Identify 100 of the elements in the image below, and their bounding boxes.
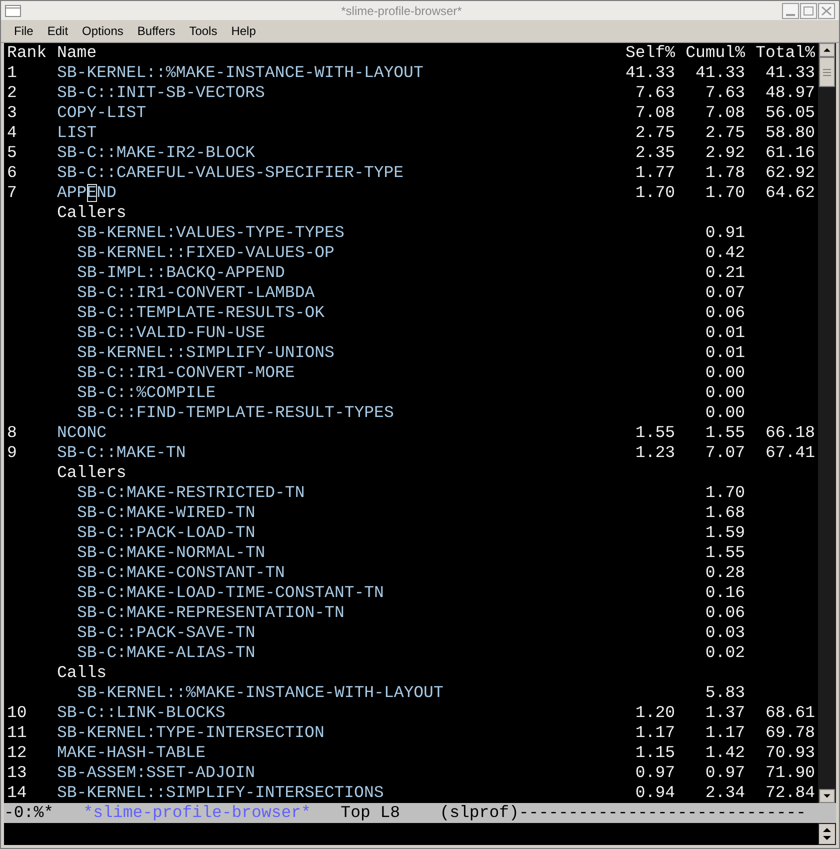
rank-number: 12 <box>7 743 27 763</box>
menu-item[interactable]: Edit <box>40 22 76 40</box>
column-header: Name <box>57 43 97 63</box>
rank-number: 10 <box>7 703 27 723</box>
cumul-percent: 7.07 <box>705 443 745 463</box>
column-header: Cumul% <box>686 43 745 63</box>
rank-number: 9 <box>7 443 17 463</box>
self-percent: 1.77 <box>635 163 675 183</box>
caller-percent: 1.68 <box>705 503 745 523</box>
rank-number: 5 <box>7 143 17 163</box>
caller-name[interactable]: SB-C::VALID-FUN-USE <box>77 323 266 343</box>
caller-percent: 0.01 <box>705 343 745 363</box>
scroll-arrows-icon[interactable] <box>819 824 835 844</box>
self-percent: 1.23 <box>635 443 675 463</box>
scrollbar[interactable] <box>818 43 836 803</box>
caller-percent: 0.00 <box>705 403 745 423</box>
caller-name[interactable]: SB-C:MAKE-RESTRICTED-TN <box>77 483 305 503</box>
scroll-up-icon[interactable] <box>819 43 835 57</box>
menu-item[interactable]: Help <box>224 22 263 40</box>
caller-name[interactable]: SB-C:MAKE-NORMAL-TN <box>77 543 266 563</box>
rank-number: 1 <box>7 63 17 83</box>
caller-percent: 1.55 <box>705 543 745 563</box>
rank-number: 6 <box>7 163 17 183</box>
function-name[interactable]: SB-C::INIT-SB-VECTORS <box>57 83 265 103</box>
menu-item[interactable]: Tools <box>182 22 224 40</box>
caller-name[interactable]: SB-C:MAKE-ALIAS-TN <box>77 643 256 663</box>
function-name[interactable]: MAKE-HASH-TABLE <box>57 743 206 763</box>
total-percent: 71.90 <box>765 763 815 783</box>
caller-percent: 0.16 <box>705 583 745 603</box>
cumul-percent: 1.70 <box>705 183 745 203</box>
total-percent: 48.97 <box>765 83 815 103</box>
total-percent: 41.33 <box>765 63 815 83</box>
caller-name[interactable]: SB-C::PACK-SAVE-TN <box>77 623 256 643</box>
section-label: Callers <box>57 463 126 483</box>
function-name[interactable]: SB-C::LINK-BLOCKS <box>57 703 226 723</box>
total-percent: 58.80 <box>765 123 815 143</box>
function-name[interactable]: NCONC <box>57 423 107 443</box>
cumul-percent: 0.97 <box>705 763 745 783</box>
self-percent: 2.75 <box>635 123 675 143</box>
cumul-percent: 2.92 <box>705 143 745 163</box>
caller-name[interactable]: SB-KERNEL::%MAKE-INSTANCE-WITH-LAYOUT <box>77 683 444 703</box>
caller-name[interactable]: SB-C::IR1-CONVERT-LAMBDA <box>77 283 315 303</box>
function-name[interactable]: SB-C::MAKE-TN <box>57 443 186 463</box>
scroll-down-icon[interactable] <box>819 789 835 803</box>
menu-item[interactable]: Options <box>75 22 130 40</box>
cumul-percent: 41.33 <box>695 63 745 83</box>
minimize-icon[interactable] <box>782 2 799 19</box>
caller-name[interactable]: SB-IMPL::BACKQ-APPEND <box>77 263 285 283</box>
cumul-percent: 7.63 <box>705 83 745 103</box>
total-percent: 62.92 <box>765 163 815 183</box>
function-name[interactable]: SB-KERNEL:TYPE-INTERSECTION <box>57 723 324 743</box>
menu-item[interactable]: Buffers <box>130 22 182 40</box>
window-menu-icon[interactable] <box>5 4 21 17</box>
total-percent: 56.05 <box>765 103 815 123</box>
self-percent: 1.55 <box>635 423 675 443</box>
caller-percent: 0.91 <box>705 223 745 243</box>
caller-percent: 0.06 <box>705 303 745 323</box>
rank-number: 13 <box>7 763 27 783</box>
function-name[interactable]: SB-KERNEL::SIMPLIFY-INTERSECTIONS <box>57 783 384 803</box>
function-name[interactable]: SB-C::MAKE-IR2-BLOCK <box>57 143 256 163</box>
caller-percent: 0.21 <box>705 263 745 283</box>
caller-name[interactable]: SB-C::%COMPILE <box>77 383 216 403</box>
rank-number: 3 <box>7 103 17 123</box>
caller-name[interactable]: SB-C:MAKE-WIRED-TN <box>77 503 256 523</box>
caller-name[interactable]: SB-C:MAKE-CONSTANT-TN <box>77 563 285 583</box>
rank-number: 14 <box>7 783 27 803</box>
rank-number: 2 <box>7 83 17 103</box>
scrollbar-thumb[interactable] <box>819 57 835 87</box>
function-name[interactable]: SB-C::CAREFUL-VALUES-SPECIFIER-TYPE <box>57 163 404 183</box>
column-header: Rank <box>7 43 47 63</box>
mode-line-fill: ----------------------------- <box>518 803 806 823</box>
self-percent: 0.97 <box>635 763 675 783</box>
menu-item[interactable]: File <box>7 22 40 40</box>
cumul-percent: 1.78 <box>705 163 745 183</box>
maximize-icon[interactable] <box>800 2 817 19</box>
caller-percent: 0.42 <box>705 243 745 263</box>
function-name[interactable]: LIST <box>57 123 97 143</box>
caller-name[interactable]: SB-KERNEL::FIXED-VALUES-OP <box>77 243 334 263</box>
function-name[interactable]: SB-KERNEL::%MAKE-INSTANCE-WITH-LAYOUT <box>57 63 424 83</box>
function-name[interactable]: SB-ASSEM:SSET-ADJOIN <box>57 763 256 783</box>
caller-name[interactable]: SB-C::FIND-TEMPLATE-RESULT-TYPES <box>77 403 394 423</box>
caller-percent: 0.28 <box>705 563 745 583</box>
caller-name[interactable]: SB-C::TEMPLATE-RESULTS-OK <box>77 303 325 323</box>
self-percent: 0.94 <box>635 783 675 803</box>
self-percent: 1.70 <box>635 183 675 203</box>
caller-name[interactable]: SB-C::IR1-CONVERT-MORE <box>77 363 295 383</box>
caller-name[interactable]: SB-C:MAKE-REPRESENTATION-TN <box>77 603 344 623</box>
caller-name[interactable]: SB-KERNEL::SIMPLIFY-UNIONS <box>77 343 334 363</box>
close-icon[interactable] <box>818 2 835 19</box>
cumul-percent: 7.08 <box>705 103 745 123</box>
function-name[interactable]: COPY-LIST <box>57 103 146 123</box>
self-percent: 7.08 <box>635 103 675 123</box>
cumul-percent: 2.34 <box>705 783 745 803</box>
caller-name[interactable]: SB-C:MAKE-LOAD-TIME-CONSTANT-TN <box>77 583 384 603</box>
caller-name[interactable]: SB-KERNEL:VALUES-TYPE-TYPES <box>77 223 344 243</box>
caller-percent: 0.03 <box>705 623 745 643</box>
caller-name[interactable]: SB-C::PACK-LOAD-TN <box>77 523 256 543</box>
self-percent: 1.20 <box>635 703 675 723</box>
caller-percent: 0.06 <box>705 603 745 623</box>
cumul-percent: 1.17 <box>705 723 745 743</box>
